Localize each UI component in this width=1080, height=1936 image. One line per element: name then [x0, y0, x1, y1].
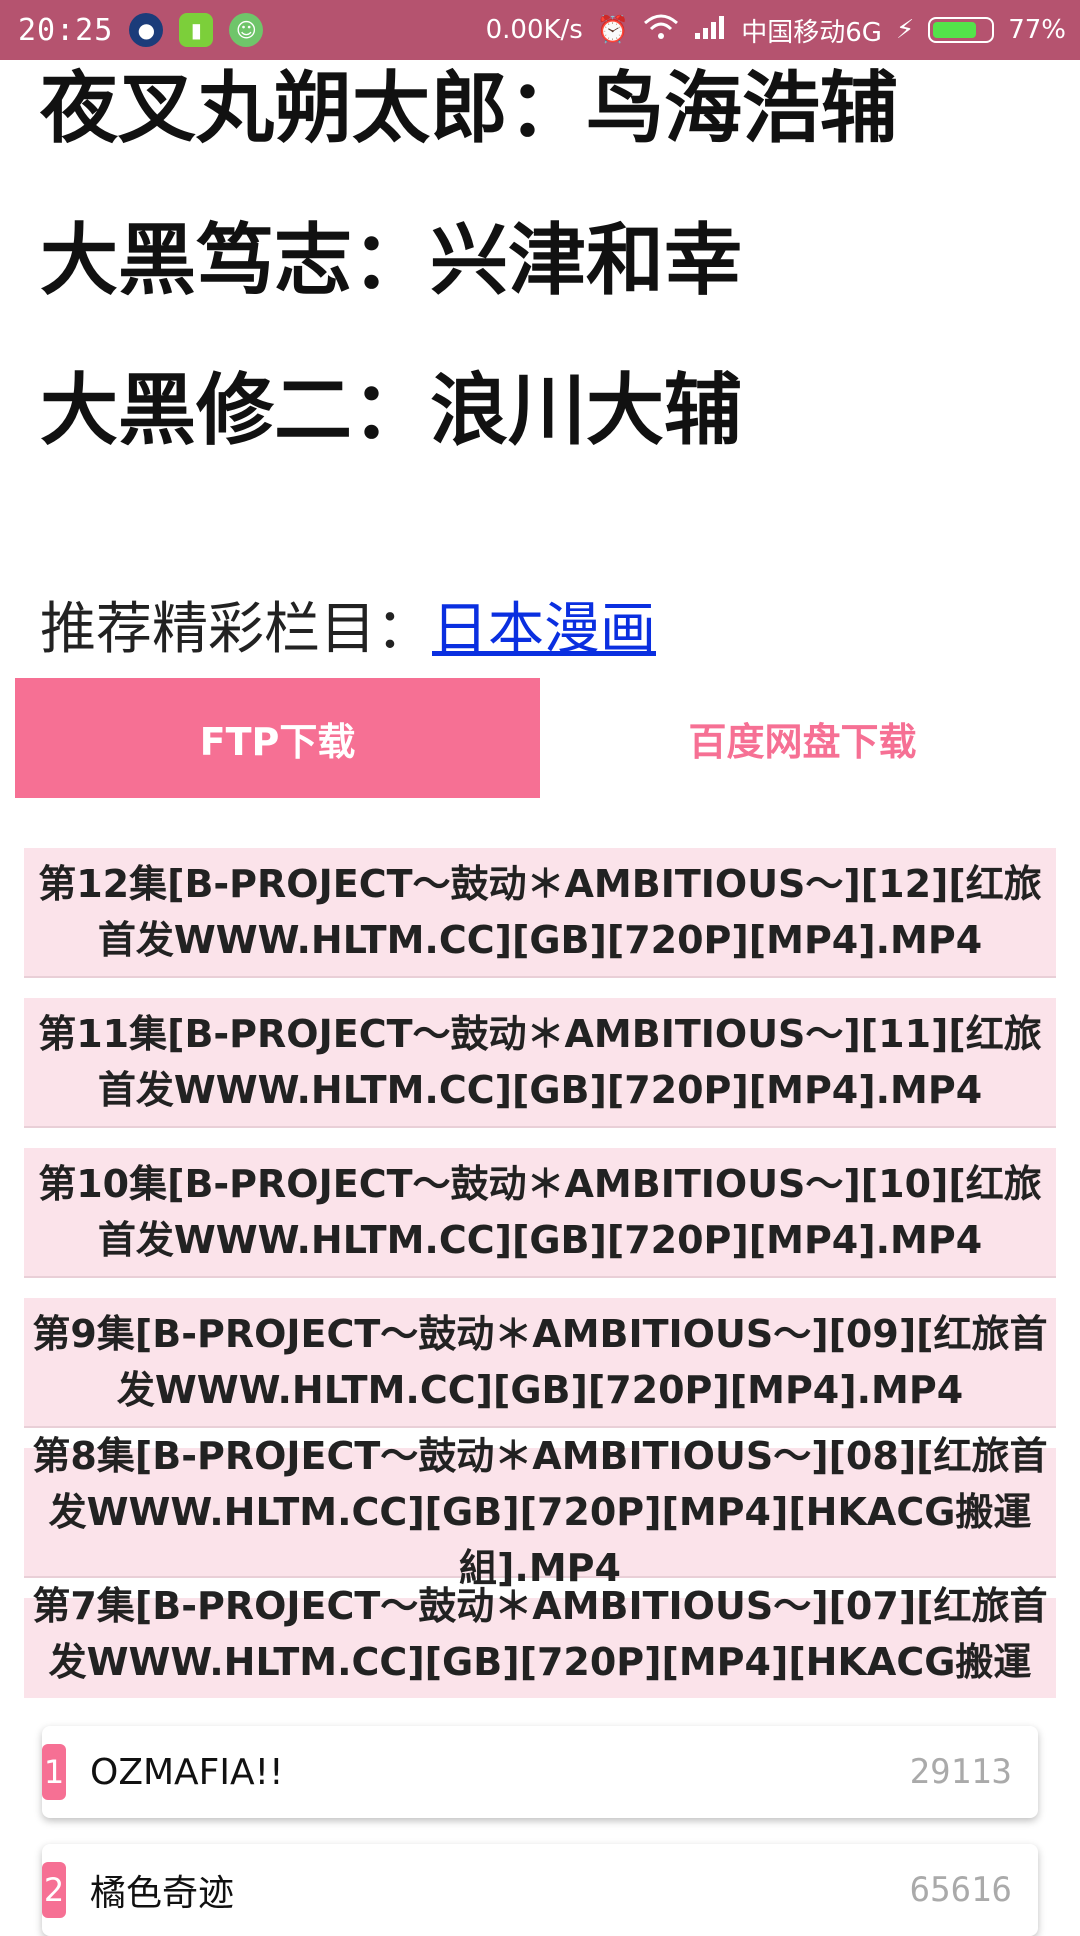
- status-bar: 20:25 ● ▮ ☺ 0.00K/s ⏰ 中国移动6G ⚡ 77%: [0, 0, 1080, 60]
- alarm-icon: ⏰: [596, 15, 630, 45]
- ranking-item-1[interactable]: 1 OZMAFIA!! 29113: [42, 1726, 1038, 1818]
- ranking-item-2[interactable]: 2 橘色奇迹 65616: [42, 1844, 1038, 1936]
- recommend-label: 推荐精彩栏目：: [40, 597, 432, 662]
- network-speed: 0.00K/s: [485, 15, 583, 45]
- rank-title: 橘色奇迹: [90, 1873, 235, 1914]
- tab-ftp-download[interactable]: FTP下载: [15, 678, 540, 798]
- carrier-label: 中国移动6G: [741, 17, 882, 48]
- cast-line-1: 夜叉丸朔太郎：鸟海浩辅: [40, 64, 899, 154]
- cast-line-3: 大黑修二：浪川大辅: [40, 366, 743, 456]
- rank-title: OZMAFIA!!: [90, 1751, 284, 1793]
- battery-percent: 77%: [1008, 15, 1066, 45]
- signal-icon: [693, 13, 727, 48]
- rank-count: 65616: [909, 1870, 1012, 1910]
- recommend-link[interactable]: 日本漫画: [432, 597, 656, 662]
- penguin-icon: ●: [129, 13, 164, 47]
- rank-badge: 2: [42, 1862, 66, 1918]
- android-icon: ☺: [229, 13, 264, 47]
- episode-item-8[interactable]: 第8集[B-PROJECT～鼓动＊AMBITIOUS～][08][红旅首发WWW…: [24, 1434, 1056, 1590]
- battery-app-icon: ▮: [179, 13, 214, 47]
- rank-badge: 1: [42, 1744, 66, 1800]
- cast-line-2: 大黑笃志：兴津和幸: [40, 216, 743, 306]
- episode-item-7[interactable]: 第7集[B-PROJECT～鼓动＊AMBITIOUS～][07][红旅首发WWW…: [24, 1584, 1056, 1698]
- episode-item-12[interactable]: 第12集[B-PROJECT～鼓动＊AMBITIOUS～][12][红旅首发WW…: [24, 848, 1056, 978]
- wifi-icon: [643, 13, 679, 48]
- episode-item-10[interactable]: 第10集[B-PROJECT～鼓动＊AMBITIOUS～][10][红旅首发WW…: [24, 1148, 1056, 1278]
- episode-list[interactable]: 第12集[B-PROJECT～鼓动＊AMBITIOUS～][12][红旅首发WW…: [24, 848, 1056, 1698]
- tab-baidu-download[interactable]: 百度网盘下载: [540, 678, 1065, 798]
- charging-icon: ⚡: [895, 15, 915, 45]
- battery-icon: [928, 17, 995, 43]
- episode-item-9[interactable]: 第9集[B-PROJECT～鼓动＊AMBITIOUS～][09][红旅首发WWW…: [24, 1298, 1056, 1428]
- recommend-row: 推荐精彩栏目：日本漫画: [40, 584, 656, 665]
- rank-count: 29113: [909, 1752, 1012, 1792]
- episode-item-11[interactable]: 第11集[B-PROJECT～鼓动＊AMBITIOUS～][11][红旅首发WW…: [24, 998, 1056, 1128]
- status-time: 20:25: [18, 12, 114, 48]
